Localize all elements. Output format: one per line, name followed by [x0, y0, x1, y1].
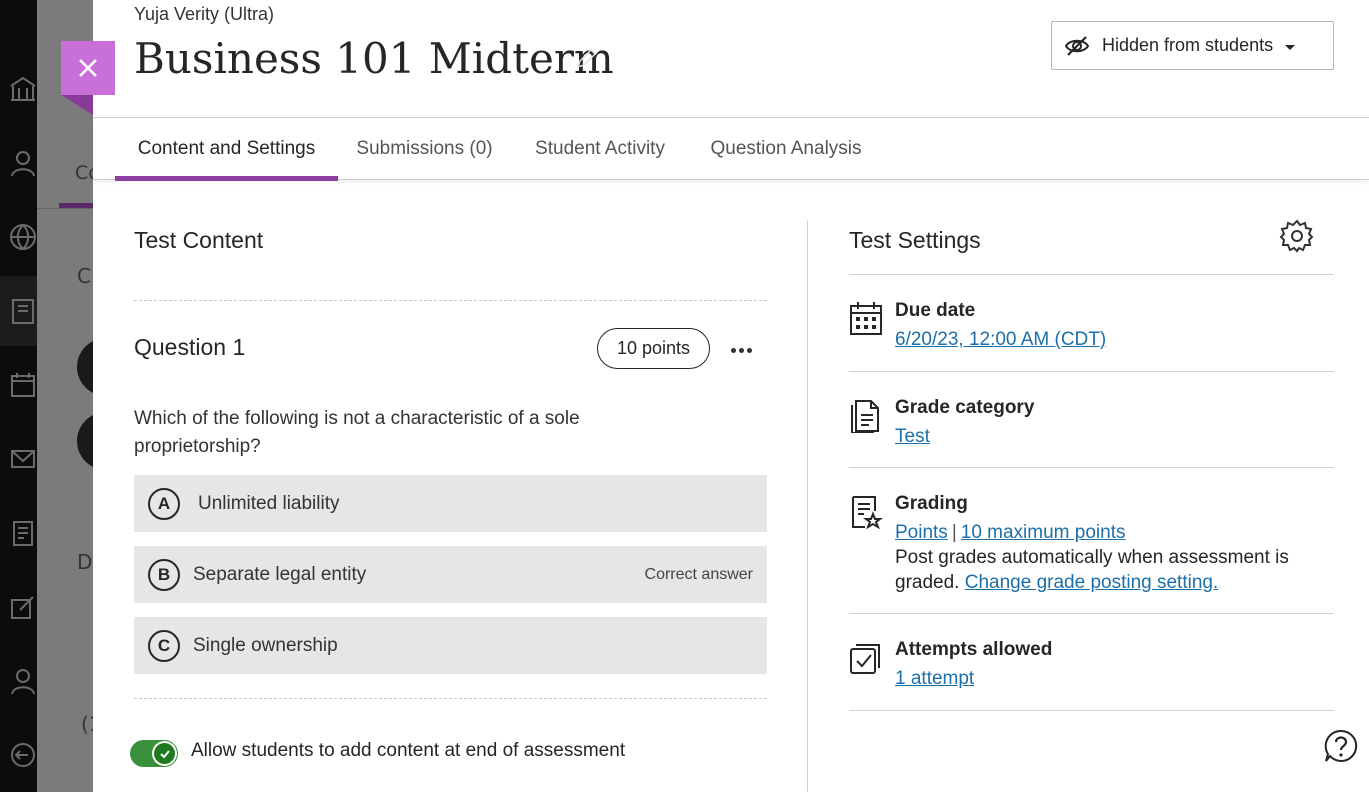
- separator: |: [952, 522, 957, 543]
- grading-label: Grading: [895, 493, 968, 515]
- calendar-icon: [849, 300, 883, 336]
- test-content-heading: Test Content: [134, 227, 263, 254]
- tab-submissions[interactable]: Submissions (0): [348, 118, 501, 180]
- visibility-dropdown[interactable]: Hidden from students: [1051, 21, 1334, 70]
- answer-option: C Single ownership: [134, 617, 767, 674]
- correct-answer-label: Correct answer: [645, 566, 753, 584]
- tab-bar: Content and Settings Submissions (0) Stu…: [93, 118, 1369, 180]
- profile-icon: [8, 148, 38, 178]
- background-heading-fragment: D: [77, 550, 92, 574]
- question-title: Question 1: [134, 334, 245, 361]
- answer-text: Separate legal entity: [193, 564, 366, 586]
- sign-out-icon: [8, 740, 38, 770]
- points-badge[interactable]: 10 points: [597, 328, 710, 369]
- edit-icon: [8, 592, 38, 622]
- background-nav: [0, 0, 37, 792]
- divider: [134, 300, 767, 301]
- panel-header: Yuja Verity (Ultra) Business 101 Midterm…: [93, 0, 1369, 118]
- attempts-link[interactable]: 1 attempt: [895, 668, 974, 689]
- divider: [849, 710, 1334, 711]
- grade-category-label: Grade category: [895, 397, 1034, 419]
- page-title: Business 101 Midterm: [134, 34, 614, 83]
- course-name: Yuja Verity (Ultra): [134, 4, 274, 25]
- answer-letter: B: [148, 559, 180, 591]
- divider: [849, 274, 1334, 275]
- attempts-icon: [849, 639, 883, 675]
- test-settings-heading: Test Settings: [849, 227, 981, 254]
- answer-option: A Unlimited liability: [134, 475, 767, 532]
- close-button[interactable]: [61, 41, 115, 95]
- grade-category-link[interactable]: Test: [895, 426, 930, 447]
- more-options-icon[interactable]: [727, 336, 755, 364]
- close-button-tail: [61, 95, 93, 115]
- divider: [849, 371, 1334, 372]
- column-divider: [807, 220, 808, 792]
- background-heading-fragment: C: [77, 264, 91, 288]
- tab-content-and-settings[interactable]: Content and Settings: [115, 118, 338, 180]
- eye-slash-icon: [1064, 33, 1090, 59]
- question-text: Which of the following is not a characte…: [134, 405, 694, 461]
- help-icon[interactable]: [1323, 728, 1359, 764]
- background-content: Co C D (1: [37, 0, 97, 792]
- calendar-icon: [8, 370, 38, 400]
- document-icon: [849, 397, 883, 433]
- globe-icon: [8, 222, 38, 252]
- divider: [849, 613, 1334, 614]
- attempts-label: Attempts allowed: [895, 639, 1052, 661]
- due-date-link[interactable]: 6/20/23, 12:00 AM (CDT): [895, 329, 1106, 350]
- grading-scheme-link[interactable]: Points: [895, 522, 948, 543]
- answer-text: Single ownership: [193, 635, 338, 657]
- background-tab-indicator: [59, 203, 97, 208]
- divider: [134, 698, 767, 699]
- courses-icon: [8, 296, 38, 326]
- allow-content-label: Allow students to add content at end of …: [191, 740, 625, 762]
- close-icon: [76, 56, 100, 80]
- divider: [849, 467, 1334, 468]
- chevron-down-icon: [1285, 45, 1295, 50]
- due-date-label: Due date: [895, 300, 975, 322]
- user-icon: [8, 666, 38, 696]
- gear-icon[interactable]: [1279, 218, 1315, 254]
- tab-student-activity[interactable]: Student Activity: [521, 118, 679, 180]
- institution-icon: [8, 74, 38, 104]
- answer-option: B Separate legal entity Correct answer: [134, 546, 767, 603]
- grading-rubric-icon: [849, 493, 883, 529]
- edit-title-icon[interactable]: [575, 48, 597, 70]
- grades-icon: [8, 518, 38, 548]
- max-points-link[interactable]: 10 maximum points: [961, 522, 1126, 543]
- change-grade-posting-link[interactable]: Change grade posting setting.: [965, 572, 1219, 593]
- answer-letter: C: [148, 630, 180, 662]
- answer-letter: A: [148, 488, 180, 520]
- messages-icon: [8, 444, 38, 474]
- tab-question-analysis[interactable]: Question Analysis: [699, 118, 873, 180]
- visibility-label: Hidden from students: [1102, 35, 1273, 56]
- background-tab-line: [37, 208, 97, 209]
- test-panel: Yuja Verity (Ultra) Business 101 Midterm…: [93, 0, 1369, 792]
- checkmark-icon: [154, 743, 175, 764]
- answer-text: Unlimited liability: [198, 493, 340, 515]
- allow-content-toggle[interactable]: [130, 740, 178, 767]
